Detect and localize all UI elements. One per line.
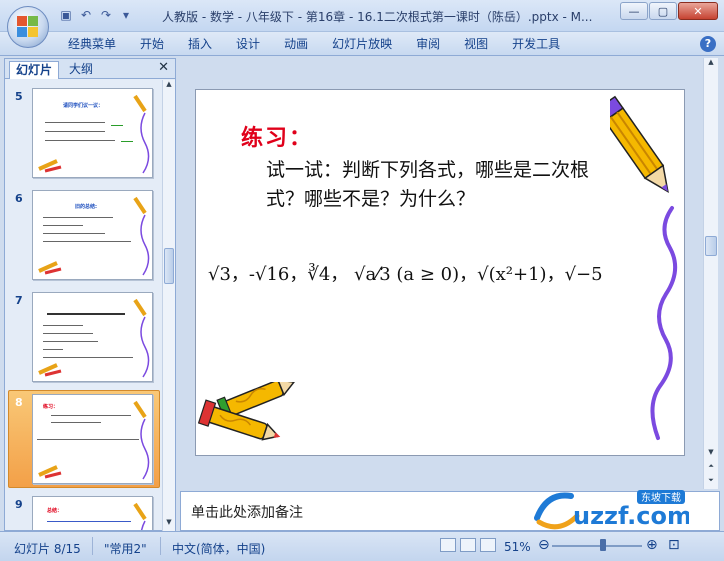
customize-icon[interactable]: ▾: [118, 7, 134, 23]
svg-text:东坡下载: 东坡下载: [641, 491, 681, 504]
maximize-button[interactable]: ▢: [649, 2, 677, 20]
scroll-down-icon[interactable]: ▼: [705, 448, 717, 461]
slide-body[interactable]: 试一试：判断下列各式，哪些是二次根式？哪些不是？为什么？: [266, 156, 626, 214]
slide-number: 5: [15, 90, 23, 103]
window-controls: — ▢ ✕: [620, 2, 718, 20]
pencil-icon: [133, 196, 150, 276]
slideshow-icon[interactable]: [480, 538, 496, 552]
editor-scrollbar[interactable]: ▲ ▼ ⏶ ⏷: [703, 58, 718, 489]
normal-view-icon[interactable]: [440, 538, 456, 552]
slide-preview: 旧的总结:: [32, 190, 153, 280]
scroll-up-icon[interactable]: ▲: [163, 80, 175, 93]
title-bar: ▣ ↶ ↷ ▾ 人教版 - 数学 - 八年级下 - 第16章 - 16.1二次根…: [0, 0, 724, 48]
help-icon[interactable]: ?: [700, 36, 716, 52]
tab-developer[interactable]: 开发工具: [500, 36, 572, 52]
ribbon: 经典菜单 开始 插入 设计 动画 幻灯片放映 审阅 视图 开发工具 ?: [0, 32, 724, 56]
close-button[interactable]: ✕: [678, 2, 718, 20]
pencil-icon: [610, 95, 678, 440]
window-title: 人教版 - 数学 - 八年级下 - 第16章 - 16.1二次根式第一课时（陈岳…: [162, 10, 593, 24]
slides-pane: 幻灯片 大纲 ✕ 5 请同学们议一议： 6 旧的总结: 7 8 练习： 9 总结…: [4, 58, 176, 531]
notes-pane[interactable]: 单击此处添加备注 uzzf.com 东坡下载: [180, 490, 720, 531]
thumb-title: 请同学们议一议：: [63, 103, 104, 109]
next-slide-icon[interactable]: ⏷: [705, 476, 717, 489]
tab-review[interactable]: 审阅: [404, 36, 452, 52]
scroll-down-icon[interactable]: ▼: [163, 518, 175, 531]
slide-counter: 幻灯片 8/15: [14, 542, 81, 556]
zoom-level[interactable]: 51%: [504, 540, 531, 554]
prev-slide-icon[interactable]: ⏶: [705, 462, 717, 475]
pane-scrollbar[interactable]: ▲ ▼: [162, 80, 175, 531]
slide-sorter-icon[interactable]: [460, 538, 476, 552]
current-slide[interactable]: 练习： 试一试：判断下列各式，哪些是二次根式？哪些不是？为什么？ √3，-√16…: [195, 89, 685, 456]
zoom-in-icon[interactable]: ⊕: [646, 537, 658, 553]
svg-text:uzzf.com: uzzf.com: [573, 502, 689, 530]
slide-number: 9: [15, 498, 23, 511]
slide-math-expressions[interactable]: √3，-√16，∛4， √a⁄3 (a ≥ 0)，√(x²+1)，√−5: [208, 260, 603, 286]
zoom-out-icon[interactable]: ⊖: [538, 537, 550, 553]
pencil-icon: [133, 94, 150, 174]
scroll-thumb[interactable]: [164, 248, 174, 284]
crayons-icon: [38, 465, 62, 479]
language-indicator[interactable]: 中文(简体，中国): [172, 540, 265, 557]
office-logo-icon: [17, 16, 39, 38]
tab-design[interactable]: 设计: [224, 36, 272, 52]
notes-placeholder[interactable]: 单击此处添加备注: [191, 502, 303, 522]
theme-name: "常用2": [104, 542, 147, 556]
uzzf-watermark-logo: uzzf.com 东坡下载: [534, 490, 689, 530]
slide-number: 6: [15, 192, 23, 205]
thumb-title: 练习：: [43, 404, 59, 410]
slide-preview: [32, 292, 153, 382]
tab-view[interactable]: 视图: [452, 36, 500, 52]
redo-icon[interactable]: ↷: [98, 7, 114, 23]
close-pane-icon[interactable]: ✕: [158, 60, 169, 75]
slide-number: 8: [15, 396, 23, 409]
office-button[interactable]: [7, 6, 49, 48]
tab-classic-menu[interactable]: 经典菜单: [68, 36, 128, 52]
crayons-icon: [38, 363, 62, 377]
save-icon[interactable]: ▣: [58, 7, 74, 23]
slide-preview: 练习：: [32, 394, 153, 484]
tab-animation[interactable]: 动画: [272, 36, 320, 52]
crayons-icon: [38, 261, 62, 275]
thumb-title: 总结：: [47, 508, 63, 514]
crayons-icon: [198, 382, 296, 441]
tab-slideshow[interactable]: 幻灯片放映: [320, 36, 404, 52]
scroll-thumb[interactable]: [705, 236, 717, 256]
tab-slides[interactable]: 幻灯片: [9, 61, 60, 79]
tab-insert[interactable]: 插入: [176, 36, 224, 52]
thumb-title: 旧的总结:: [75, 204, 97, 210]
slide-preview: 总结：: [32, 496, 153, 530]
pencil-icon: [133, 298, 150, 378]
tab-home[interactable]: 开始: [128, 36, 176, 52]
pencil-icon: [133, 502, 147, 530]
status-bar: 幻灯片 8/15 "常用2" 中文(简体，中国) 51% ⊖ ⊕ ⊡: [0, 531, 724, 561]
slide-title[interactable]: 练习：: [241, 120, 313, 152]
crayons-icon: [38, 159, 62, 173]
scroll-up-icon[interactable]: ▲: [705, 58, 717, 71]
slide-preview: 请同学们议一议：: [32, 88, 153, 178]
pencil-icon: [133, 400, 150, 480]
tab-outline[interactable]: 大纲: [63, 61, 99, 79]
slide-editor: 练习： 试一试：判断下列各式，哪些是二次根式？哪些不是？为什么？ √3，-√16…: [180, 58, 720, 489]
ribbon-tabs: 经典菜单 开始 插入 设计 动画 幻灯片放映 审阅 视图 开发工具: [68, 36, 572, 52]
minimize-button[interactable]: —: [620, 2, 648, 20]
fit-window-icon[interactable]: ⊡: [668, 537, 680, 553]
thumbnail-list: 5 请同学们议一议： 6 旧的总结: 7 8 练习： 9 总结：: [5, 80, 163, 530]
quick-access-toolbar: ▣ ↶ ↷ ▾: [58, 7, 134, 23]
undo-icon[interactable]: ↶: [78, 7, 94, 23]
zoom-slider-handle[interactable]: [600, 539, 606, 551]
pane-tabs: 幻灯片 大纲 ✕: [5, 59, 175, 79]
slide-number: 7: [15, 294, 23, 307]
zoom-slider[interactable]: [552, 545, 642, 547]
